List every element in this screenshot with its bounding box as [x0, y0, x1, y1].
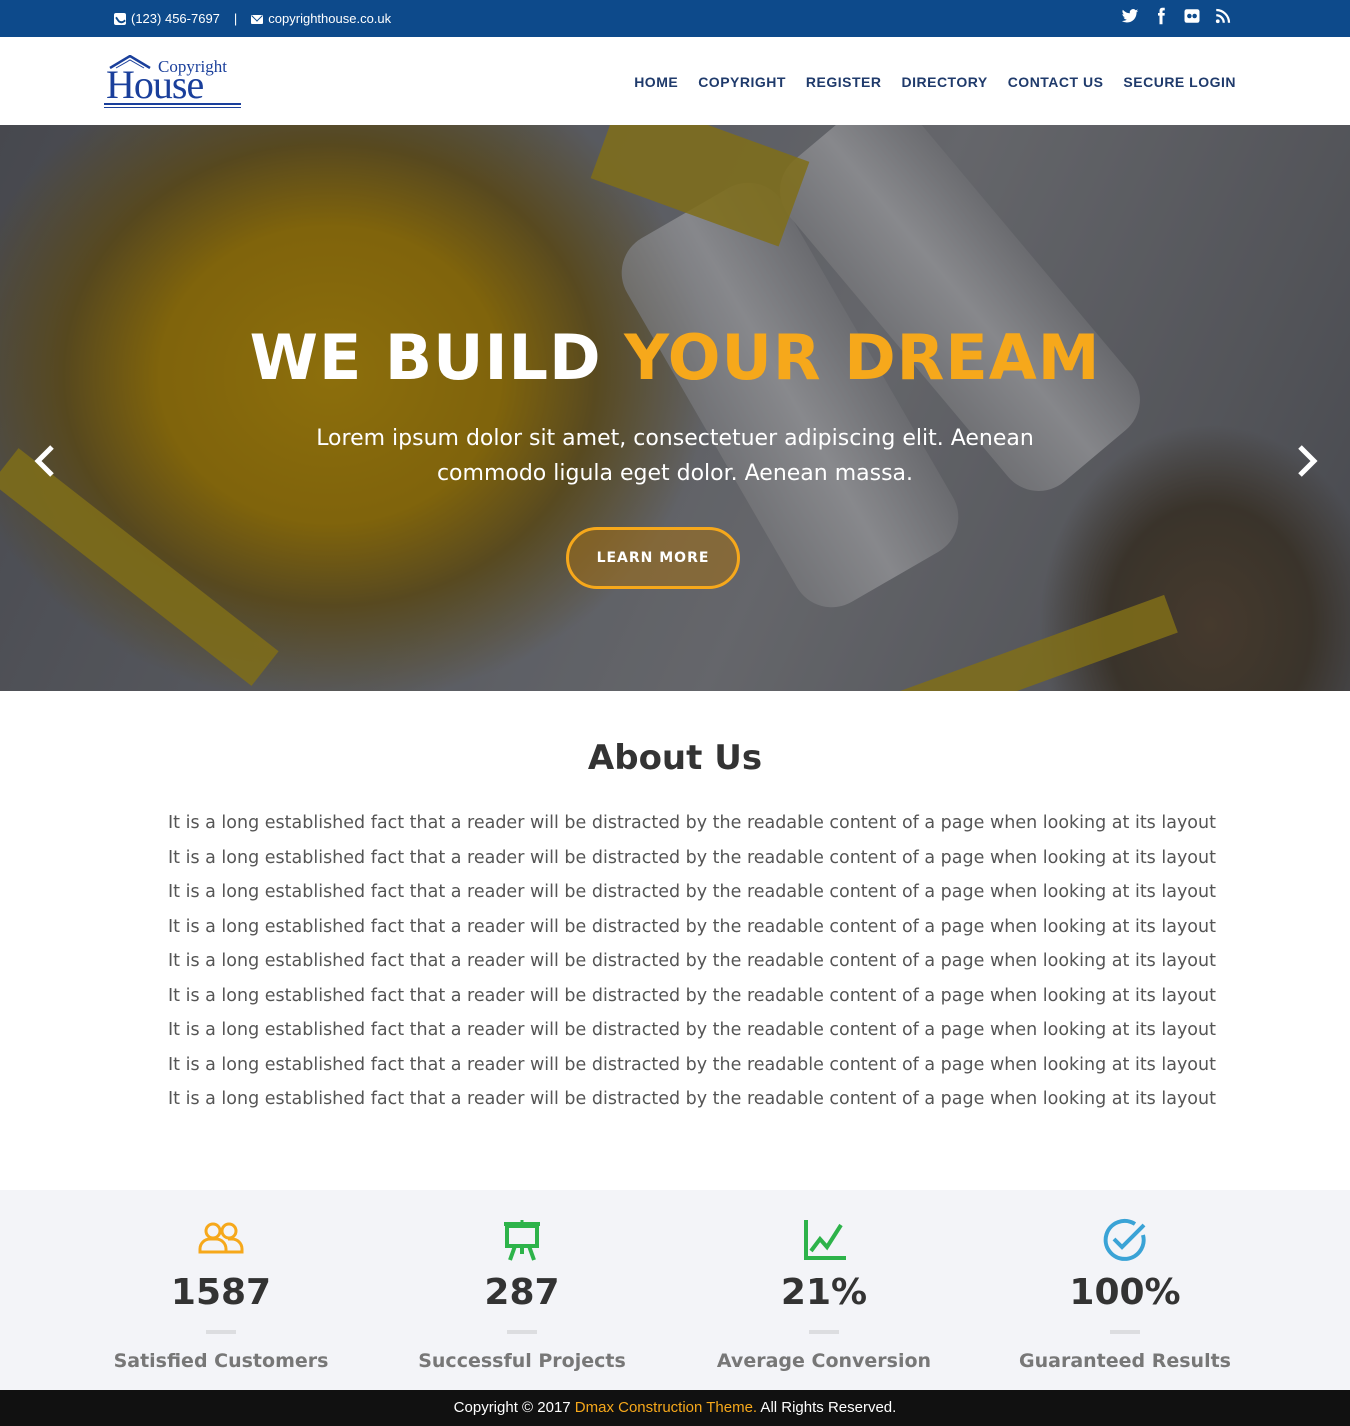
- about-line: It is a long established fact that a rea…: [168, 985, 1216, 1006]
- chart-line-icon: [804, 1220, 846, 1260]
- about-line: It is a long established fact that a rea…: [168, 1054, 1216, 1075]
- hero-slider: WE BUILD YOUR DREAM Lorem ipsum dolor si…: [0, 125, 1350, 691]
- logo-underline-thin: [104, 107, 241, 108]
- footer-rights: All Rights Reserved.: [757, 1399, 897, 1416]
- chevron-left-icon[interactable]: [30, 441, 60, 481]
- stat-value: 100%: [1069, 1272, 1181, 1313]
- top-bar: (123) 456-7697 | copyrighthouse.co.uk: [0, 0, 1350, 37]
- twitter-icon[interactable]: [1121, 7, 1139, 25]
- stat-value: 1587: [170, 1272, 272, 1313]
- logo-text-house: House: [106, 62, 204, 107]
- nav-home[interactable]: HOME: [634, 74, 678, 90]
- footer-theme-link[interactable]: Dmax Construction Theme.: [575, 1399, 757, 1416]
- nav-directory[interactable]: DIRECTORY: [902, 74, 988, 90]
- chevron-right-icon[interactable]: [1292, 441, 1322, 481]
- contact-separator: |: [233, 11, 238, 26]
- hero-title-white: WE BUILD: [249, 321, 625, 394]
- stat-value: 287: [484, 1272, 560, 1313]
- email-link[interactable]: copyrighthouse.co.uk: [268, 11, 391, 26]
- about-text: It is a long established fact that a rea…: [160, 808, 1224, 1119]
- nav-secure-login[interactable]: SECURE LOGIN: [1123, 74, 1236, 90]
- hero-overlay: [0, 125, 1350, 691]
- learn-more-button[interactable]: LEARN MORE: [566, 527, 740, 589]
- stat-label: Successful Projects: [418, 1350, 626, 1372]
- nav-register[interactable]: REGISTER: [806, 74, 882, 90]
- site-logo[interactable]: Copyright House: [104, 53, 244, 109]
- users-icon: [198, 1222, 244, 1254]
- about-line: It is a long established fact that a rea…: [168, 847, 1216, 868]
- presentation-icon: [504, 1220, 540, 1261]
- top-contact: (123) 456-7697 | copyrighthouse.co.uk: [114, 11, 391, 26]
- hero-title: WE BUILD YOUR DREAM: [0, 321, 1350, 394]
- stat-divider: [809, 1330, 839, 1334]
- site-footer: Copyright © 2017 Dmax Construction Theme…: [0, 1390, 1350, 1426]
- about-line: It is a long established fact that a rea…: [168, 916, 1216, 937]
- hero-subtitle: Lorem ipsum dolor sit amet, consectetuer…: [316, 426, 1034, 486]
- footer-copyright: Copyright © 2017: [453, 1399, 575, 1416]
- stat-divider: [1110, 1330, 1140, 1334]
- about-line: It is a long established fact that a rea…: [168, 882, 1216, 902]
- stat-value: 21%: [780, 1272, 868, 1313]
- rss-icon[interactable]: [1214, 7, 1232, 25]
- social-links: [1121, 7, 1232, 25]
- stat-label: Guaranteed Results: [1019, 1350, 1231, 1372]
- about-line: It is a long established fact that a rea…: [168, 1089, 1216, 1109]
- main-nav: HOME COPYRIGHT REGISTER DIRECTORY CONTAC…: [634, 74, 1236, 90]
- facebook-icon[interactable]: [1152, 7, 1170, 25]
- about-line: It is a long established fact that a rea…: [168, 813, 1216, 833]
- check-circle-icon: [1103, 1218, 1146, 1261]
- stat-divider: [507, 1330, 537, 1334]
- envelope-icon: [251, 14, 264, 24]
- flickr-icon[interactable]: [1183, 7, 1201, 25]
- phone-icon: [114, 12, 126, 25]
- phone-number[interactable]: (123) 456-7697: [131, 11, 220, 26]
- about-line: It is a long established fact that a rea…: [168, 951, 1216, 971]
- about-line: It is a long established fact that a rea…: [168, 1020, 1216, 1040]
- hero-title-highlight: YOUR DREAM: [624, 321, 1101, 394]
- stats-section: 1587 Satisfied Customers 287 Successful …: [0, 1190, 1350, 1390]
- logo-underline: [104, 103, 241, 105]
- nav-copyright[interactable]: COPYRIGHT: [698, 74, 786, 90]
- about-title: About Us: [587, 738, 763, 778]
- nav-contact-us[interactable]: CONTACT US: [1008, 74, 1104, 90]
- stat-label: Average Conversion: [716, 1350, 932, 1372]
- stat-label: Satisfied Customers: [113, 1350, 329, 1372]
- site-header: Copyright House HOME COPYRIGHT REGISTER …: [0, 37, 1350, 125]
- stat-divider: [206, 1330, 236, 1334]
